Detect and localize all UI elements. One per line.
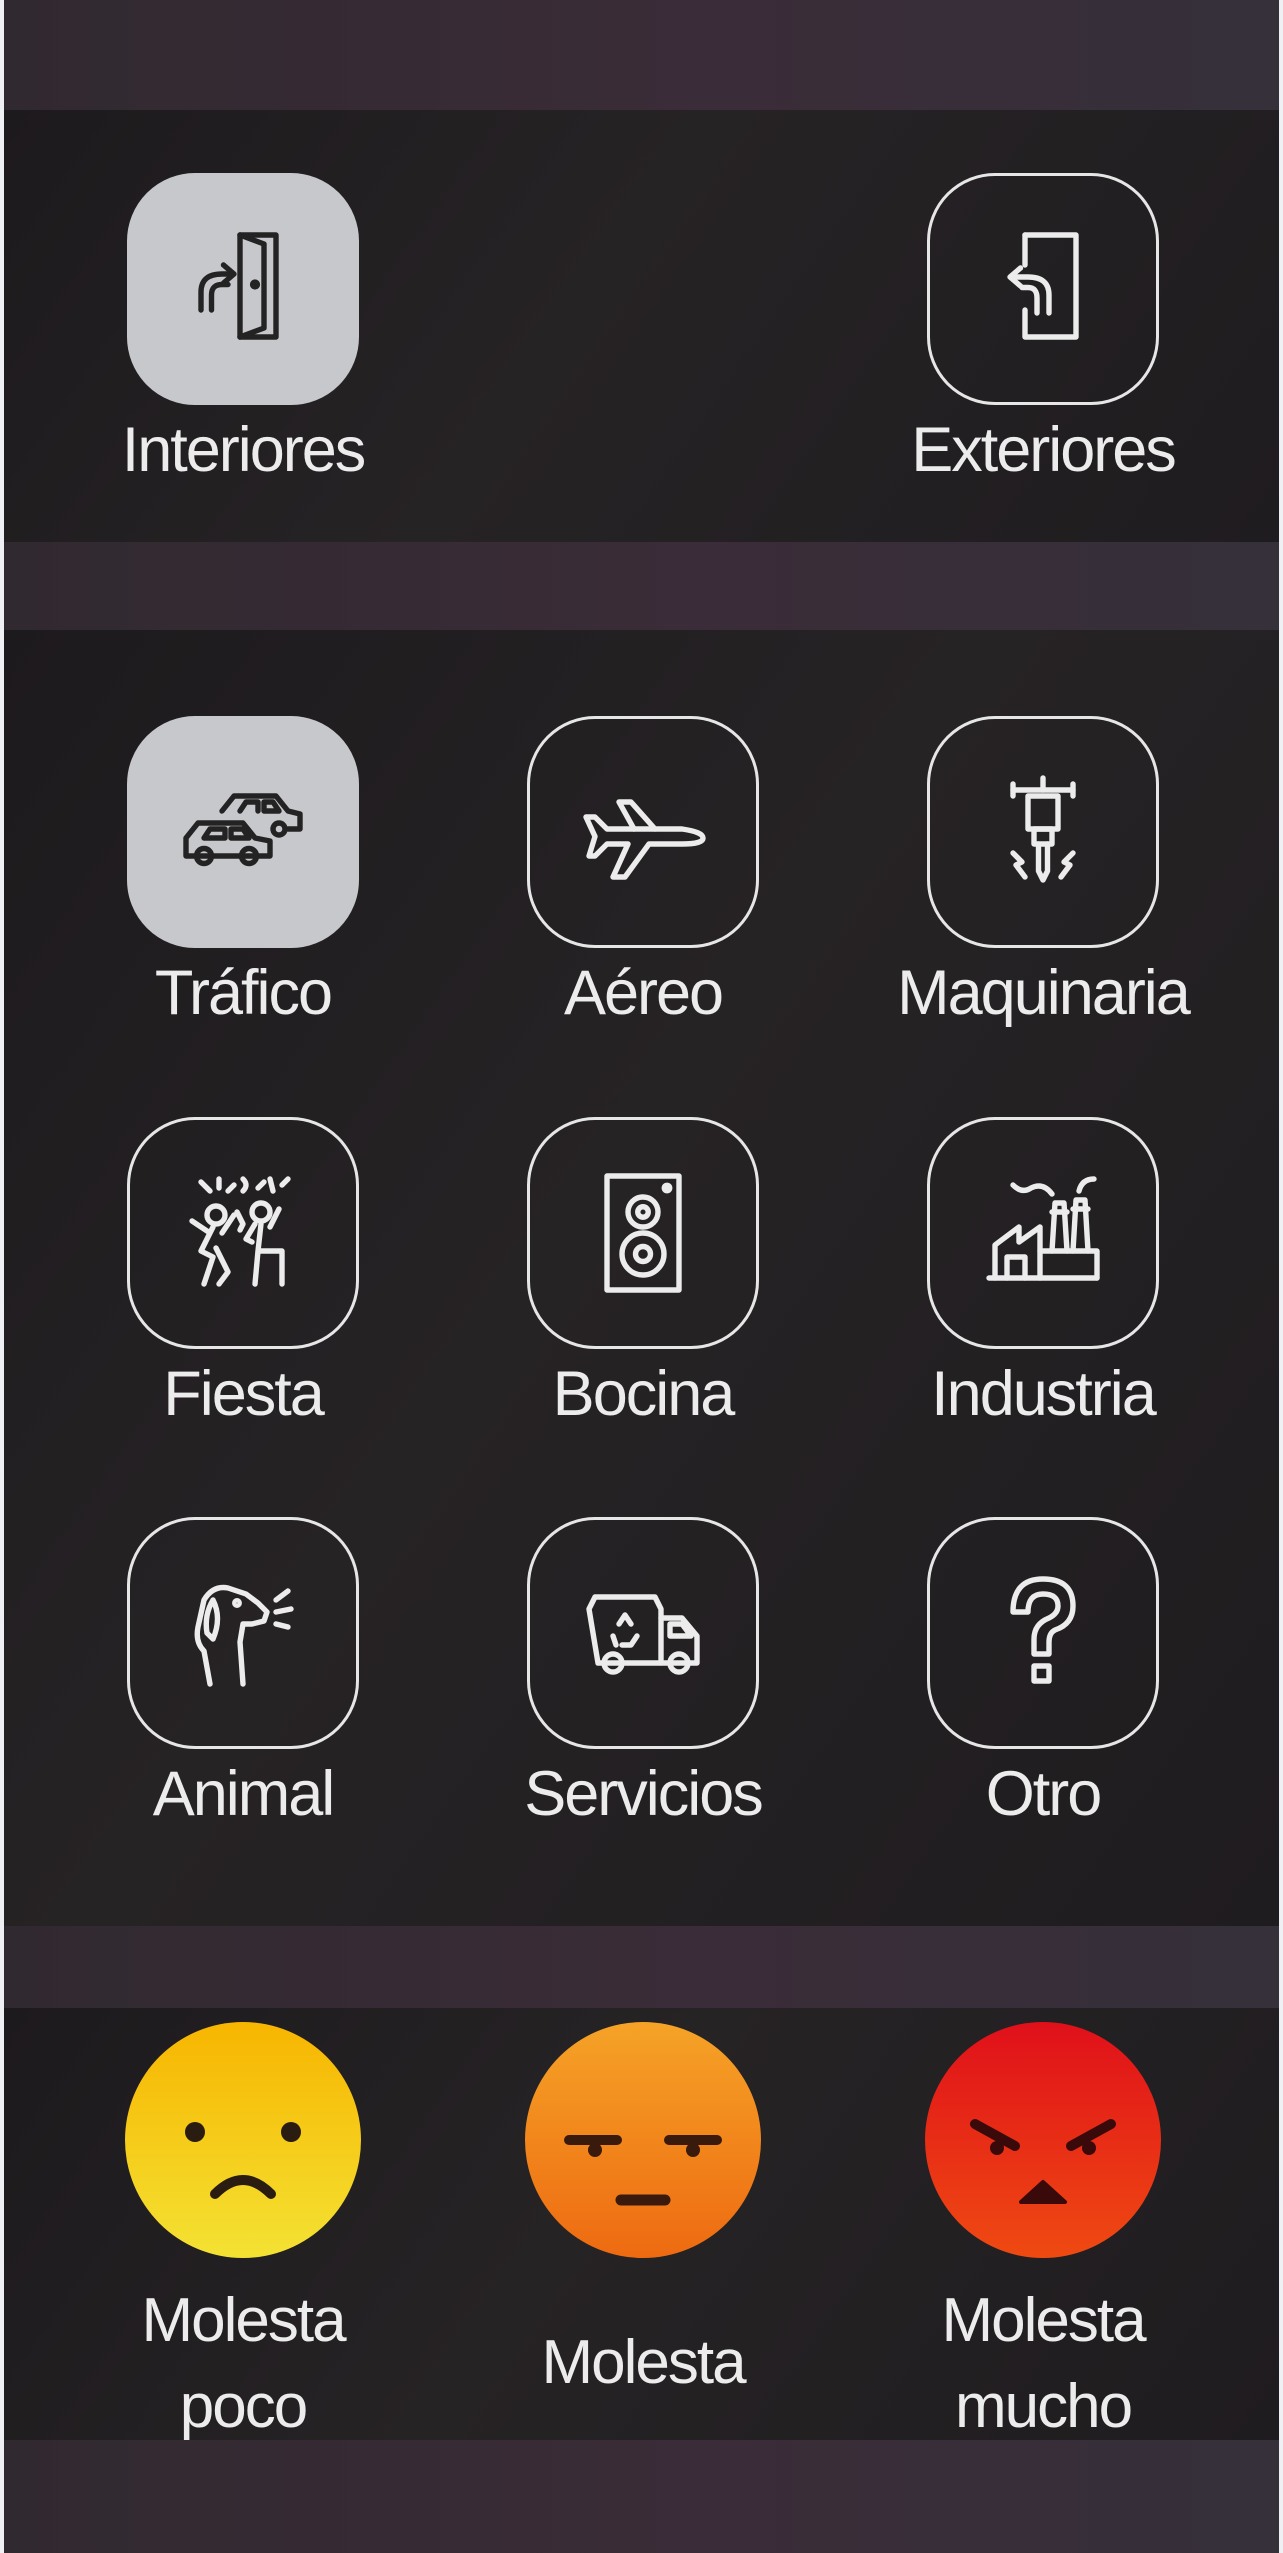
question-mark-icon	[927, 1517, 1159, 1749]
annoyance-option-little[interactable]: Molesta poco	[83, 2022, 403, 2442]
molesta-mucho-label: Molesta mucho	[941, 2286, 1146, 2441]
molesta-label: Molesta	[541, 2328, 746, 2397]
trafico-label: Tráfico	[154, 958, 333, 1028]
barking-dog-icon	[127, 1517, 359, 1749]
airplane-icon	[527, 716, 759, 948]
bottom-band	[4, 2440, 1279, 2553]
section-divider	[4, 542, 1279, 630]
interiores-label: Interiores	[121, 415, 367, 485]
source-option-fiesta[interactable]: Fiesta	[93, 1117, 393, 1457]
industria-label: Industria	[931, 1359, 1157, 1429]
screen-edge	[1279, 0, 1283, 2553]
source-option-otro[interactable]: Otro	[893, 1517, 1193, 1857]
animal-label: Animal	[152, 1759, 336, 1829]
location-option-interiores[interactable]: Interiores	[93, 173, 393, 513]
garbage-truck-icon	[527, 1517, 759, 1749]
location-option-exteriores[interactable]: Exteriores	[893, 173, 1193, 513]
speaker-icon	[527, 1117, 759, 1349]
fiesta-label: Fiesta	[163, 1359, 325, 1429]
section-divider	[4, 1926, 1279, 2008]
factory-icon	[927, 1117, 1159, 1349]
top-band	[4, 0, 1279, 110]
servicios-label: Servicios	[524, 1759, 764, 1829]
party-people-icon	[127, 1117, 359, 1349]
source-option-aereo[interactable]: Aéreo	[493, 716, 793, 1056]
jackhammer-icon	[927, 716, 1159, 948]
door-out-icon	[927, 173, 1159, 405]
annoyance-option-high[interactable]: Molesta mucho	[883, 2022, 1203, 2442]
aereo-label: Aéreo	[563, 958, 724, 1028]
angry-face-icon	[925, 2022, 1161, 2258]
annoyed-face-icon	[525, 2022, 761, 2258]
bocina-label: Bocina	[552, 1359, 736, 1429]
source-option-bocina[interactable]: Bocina	[493, 1117, 793, 1457]
otro-label: Otro	[985, 1759, 1103, 1829]
source-option-maquinaria[interactable]: Maquinaria	[893, 716, 1193, 1056]
screen-edge	[0, 0, 4, 2553]
molesta-poco-label: Molesta poco	[141, 2286, 346, 2441]
exteriores-label: Exteriores	[911, 415, 1177, 485]
cars-icon	[127, 716, 359, 948]
sad-face-icon	[125, 2022, 361, 2258]
maquinaria-label: Maquinaria	[897, 958, 1191, 1028]
source-option-trafico[interactable]: Tráfico	[93, 716, 393, 1056]
source-option-industria[interactable]: Industria	[893, 1117, 1193, 1457]
source-option-animal[interactable]: Animal	[93, 1517, 393, 1857]
door-in-icon	[127, 173, 359, 405]
noise-report-screen: Interiores Exteriores Tráfico Aéreo Maqu…	[0, 0, 1283, 2553]
source-option-servicios[interactable]: Servicios	[493, 1517, 793, 1857]
annoyance-option-medium[interactable]: Molesta	[483, 2022, 803, 2442]
